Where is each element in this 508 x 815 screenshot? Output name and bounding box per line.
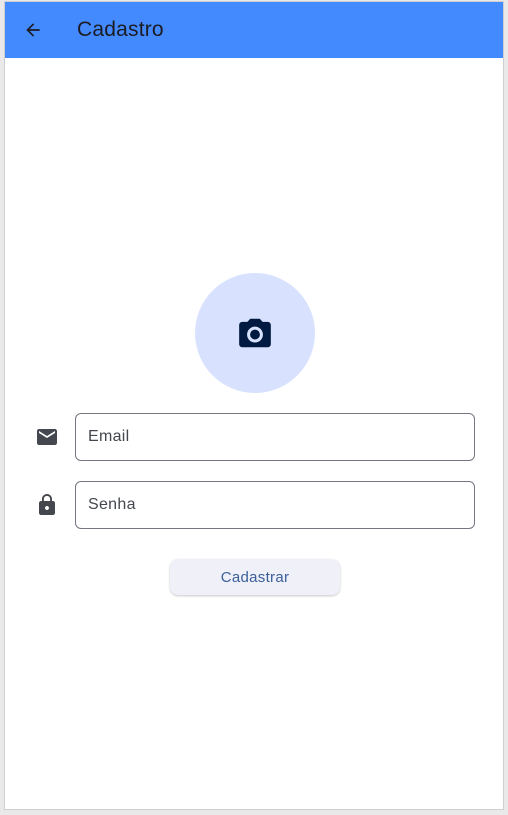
password-field[interactable]: Senha xyxy=(75,481,475,529)
email-row: Email xyxy=(5,413,503,461)
register-button[interactable]: Cadastrar xyxy=(170,559,340,595)
app-screen: Cadastro Email Senha Cadastrar xyxy=(4,1,504,810)
password-row: Senha xyxy=(5,481,503,529)
email-field-label: Email xyxy=(88,428,130,445)
arrow-back-icon xyxy=(26,23,40,37)
photo-picker-button[interactable] xyxy=(195,273,315,393)
register-button-label: Cadastrar xyxy=(220,568,290,586)
back-button[interactable] xyxy=(17,14,49,46)
mail-icon xyxy=(37,429,57,445)
page-title: Cadastro xyxy=(77,18,164,41)
email-field[interactable]: Email xyxy=(75,413,475,461)
app-bar: Cadastro xyxy=(5,2,503,58)
password-field-label: Senha xyxy=(88,496,136,513)
camera-icon xyxy=(239,318,271,348)
lock-icon xyxy=(39,494,55,515)
